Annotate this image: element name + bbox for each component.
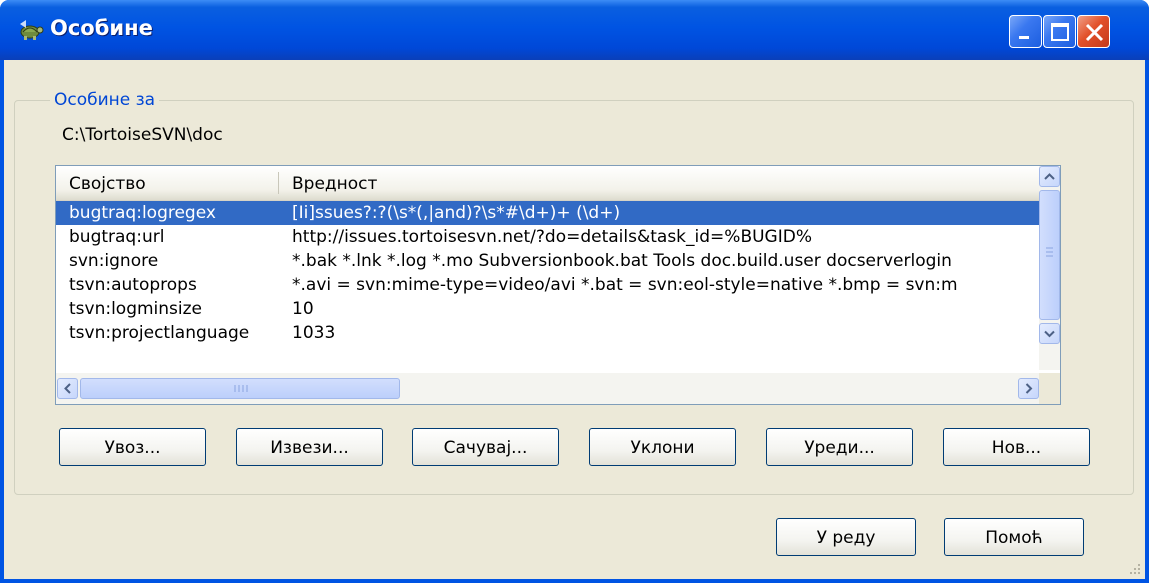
groupbox-legend: Особине за (50, 90, 160, 110)
maximize-icon (1051, 23, 1069, 41)
chevron-up-icon (1044, 173, 1055, 180)
grip-lines-icon (234, 385, 248, 392)
chevron-right-icon (1025, 383, 1033, 394)
vertical-scrollbar[interactable] (1039, 166, 1060, 370)
property-value-cell: http://issues.tortoisesvn.net/?do=detail… (292, 227, 812, 247)
horizontal-scrollbar[interactable] (56, 373, 1060, 404)
import-button[interactable]: Увоз... (59, 428, 206, 466)
list-row[interactable]: bugtraq:url http://issues.tortoisesvn.net… (56, 225, 1060, 249)
property-name-cell: tsvn:projectlanguage (69, 323, 250, 343)
chevron-left-icon (64, 383, 71, 394)
scroll-right-button[interactable] (1018, 378, 1039, 399)
minimize-button[interactable] (1009, 15, 1042, 48)
list-row[interactable]: tsvn:autoprops *.avi = svn:mime-type=vide… (56, 273, 1060, 297)
ok-button[interactable]: У реду (776, 518, 916, 556)
property-value-cell: 1033 (292, 323, 336, 343)
property-name-cell: tsvn:logminsize (69, 299, 203, 319)
remove-button[interactable]: Уклони (589, 428, 736, 466)
save-button[interactable]: Сачувај... (412, 428, 559, 466)
property-name-cell: bugtraq:url (69, 227, 165, 247)
path-label: C:\TortoiseSVN\doc (62, 125, 223, 145)
property-value-cell: [Ii]ssues?:?(\s*(,|and)?\s*#\d+)+ (\d+) (292, 203, 621, 223)
property-value-cell: 10 (292, 299, 314, 319)
scrollbar-corner (1039, 373, 1060, 404)
close-icon (1085, 23, 1104, 42)
properties-list[interactable]: Својство Вредност bugtraq:logregex [Ii]ss… (55, 165, 1061, 405)
minimize-icon (1019, 36, 1029, 39)
resize-grip-icon[interactable] (1127, 561, 1141, 575)
column-divider[interactable] (278, 172, 279, 194)
title-bar[interactable]: Особине (0, 0, 1149, 60)
help-button[interactable]: Помоћ (944, 518, 1084, 556)
scroll-down-button[interactable] (1039, 323, 1060, 344)
list-row[interactable]: tsvn:logminsize 10 (56, 297, 1060, 321)
list-header: Својство Вредност (56, 166, 1060, 201)
column-header-value[interactable]: Вредност (292, 174, 377, 194)
list-row[interactable]: tsvn:projectlanguage 1033 (56, 321, 1060, 345)
list-row[interactable]: bugtraq:logregex [Ii]ssues?:?(\s*(,|and)?… (56, 201, 1060, 225)
maximize-button[interactable] (1043, 15, 1076, 48)
new-button[interactable]: Нов... (943, 428, 1090, 466)
chevron-down-icon (1044, 330, 1055, 338)
scroll-up-button[interactable] (1039, 166, 1060, 187)
edit-button[interactable]: Уреди... (766, 428, 913, 466)
property-value-cell: *.avi = svn:mime-type=video/avi *.bat = … (292, 275, 958, 295)
column-header-property[interactable]: Својство (69, 174, 146, 194)
export-button[interactable]: Извези... (236, 428, 383, 466)
vertical-scroll-thumb[interactable] (1039, 190, 1060, 320)
property-name-cell: svn:ignore (69, 251, 159, 271)
properties-window: Особине Особине за C:\TortoiseSVN\doc Св… (0, 0, 1149, 583)
list-rows: bugtraq:logregex [Ii]ssues?:?(\s*(,|and)?… (56, 201, 1060, 345)
scroll-left-button[interactable] (57, 378, 78, 399)
list-row[interactable]: svn:ignore *.bak *.lnk *.log *.mo Subvers… (56, 249, 1060, 273)
horizontal-scroll-thumb[interactable] (80, 378, 400, 399)
grip-lines-icon (1046, 247, 1053, 257)
property-name-cell: tsvn:autoprops (69, 275, 197, 295)
dialog-client-area: Особине за C:\TortoiseSVN\doc Својство В… (4, 60, 1145, 579)
property-name-cell: bugtraq:logregex (69, 203, 216, 223)
window-title: Особине (50, 16, 153, 40)
close-button[interactable] (1077, 15, 1110, 48)
property-value-cell: *.bak *.lnk *.log *.mo Subversionbook.ba… (292, 251, 952, 271)
tortoise-icon (20, 20, 44, 40)
